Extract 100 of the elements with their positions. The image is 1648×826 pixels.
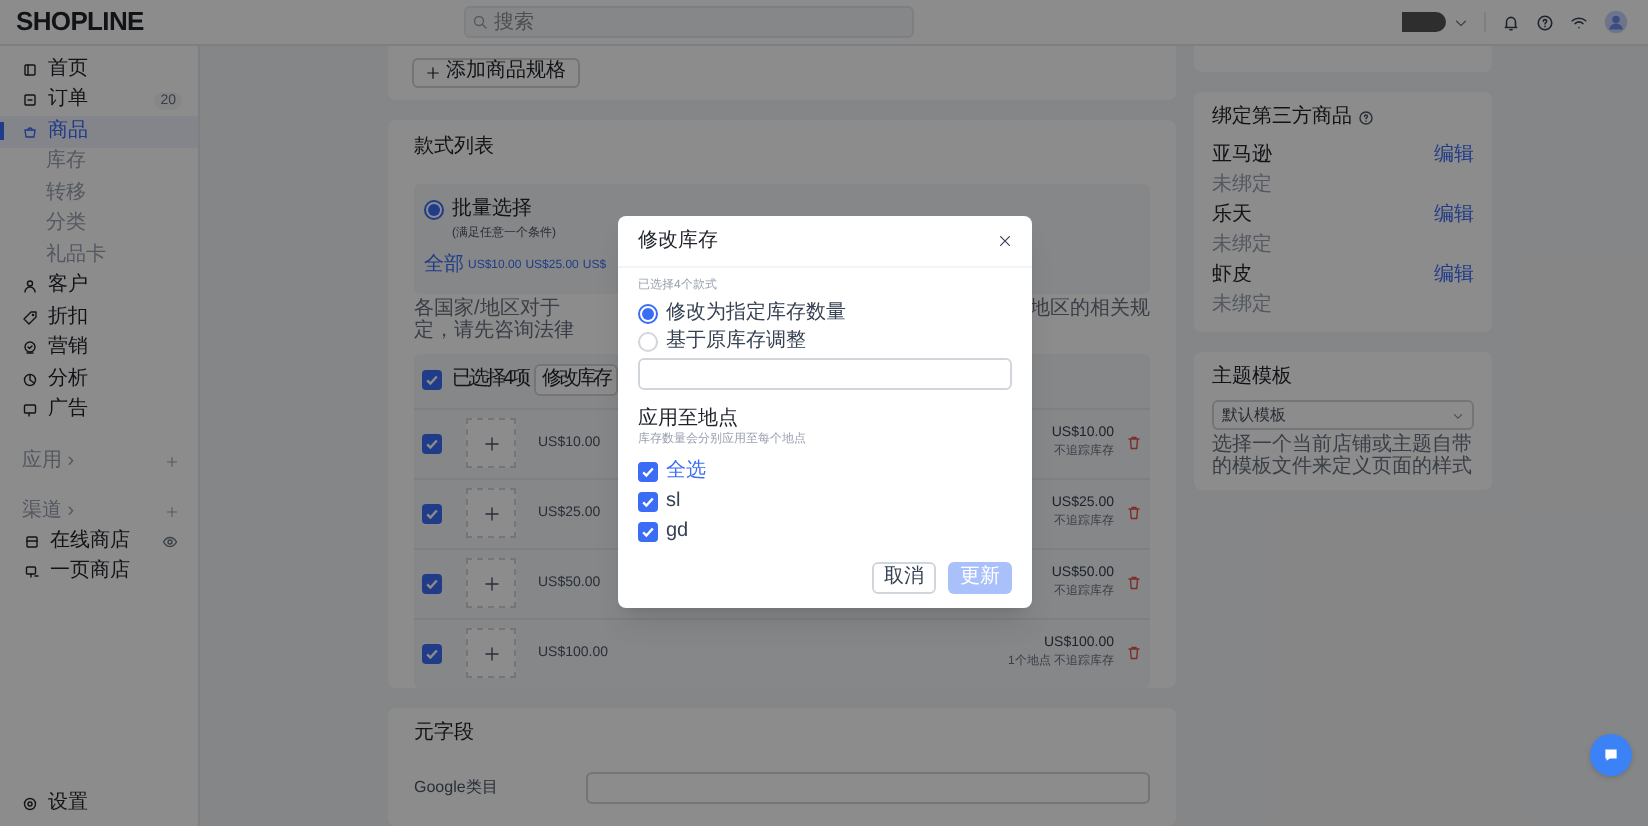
plus-icon: [483, 505, 499, 522]
redacted-store-name: [1402, 12, 1446, 32]
sidebar-item[interactable]: 客户: [0, 271, 198, 302]
filter-chip[interactable]: 全部: [424, 253, 464, 278]
add-spec-button[interactable]: 添加商品规格: [412, 57, 580, 88]
gear-icon: [22, 795, 38, 811]
image-upload-slot[interactable]: [466, 628, 516, 679]
filter-label: 批量选择: [452, 197, 532, 222]
plus-icon: [483, 435, 499, 452]
checkbox[interactable]: [638, 491, 658, 511]
edit-link[interactable]: 编辑: [1434, 263, 1474, 287]
modal-title: 修改库存: [638, 229, 718, 253]
avatar-icon[interactable]: [1604, 10, 1628, 34]
binding-status: 未绑定: [1212, 231, 1274, 260]
card-title: 主题模板: [1212, 364, 1294, 392]
notice-text: 各国家/地区对于: [414, 297, 562, 320]
trash-icon[interactable]: [1126, 644, 1142, 663]
image-upload-slot[interactable]: [466, 418, 516, 469]
edit-link[interactable]: 编辑: [1434, 203, 1474, 227]
binding-status: 未绑定: [1212, 171, 1274, 200]
quantity-input[interactable]: [638, 358, 1012, 390]
selection-count: 已选择4项: [452, 368, 529, 393]
close-icon[interactable]: [998, 234, 1012, 248]
image-upload-slot[interactable]: [466, 488, 516, 539]
section-title: 应用至地点: [638, 408, 740, 432]
checkbox[interactable]: [422, 643, 442, 664]
sidebar-item[interactable]: 一页商店: [0, 557, 198, 588]
checkbox-label: sl: [666, 489, 681, 513]
checkbox-label: 全选: [666, 459, 706, 483]
sidebar-item[interactable]: 营销: [0, 333, 198, 364]
edit-stock-button[interactable]: 修改库存: [534, 364, 619, 397]
trash-icon[interactable]: [1126, 574, 1142, 593]
sidebar-subitem[interactable]: 库存: [0, 147, 198, 178]
radio-button[interactable]: [638, 304, 658, 324]
checkbox[interactable]: [638, 461, 658, 481]
cancel-button[interactable]: 取消: [872, 562, 936, 594]
pie-chart-icon: [22, 371, 38, 388]
plus-icon[interactable]: [166, 455, 178, 467]
plus-icon[interactable]: [166, 505, 178, 517]
search-icon: [472, 14, 488, 30]
tag-icon: [22, 309, 38, 326]
radio-button[interactable]: [424, 199, 444, 220]
radio-label: 修改为指定库存数量: [666, 302, 846, 326]
plus-icon: [426, 65, 440, 80]
sidebar-subitem[interactable]: 礼品卡: [0, 240, 198, 271]
card-title: 元字段: [414, 719, 476, 748]
help-text: 选择一个当前店铺或主题自带的模板文件来定义页面的样式: [1212, 434, 1474, 478]
wifi-icon[interactable]: [1570, 13, 1588, 31]
sidebar-item[interactable]: 广告: [0, 395, 198, 426]
chevron-down-icon: [1452, 409, 1464, 421]
help-icon: [1358, 110, 1374, 126]
sidebar-subitem[interactable]: 分类: [0, 209, 198, 240]
settings-item[interactable]: 设置: [0, 788, 198, 818]
template-select[interactable]: 默认模板: [1212, 400, 1474, 430]
search-field[interactable]: 搜索: [464, 6, 914, 38]
section-header[interactable]: 应用 ›: [22, 449, 75, 473]
plus-icon: [483, 645, 499, 662]
sidebar-item[interactable]: 分析: [0, 364, 198, 395]
trash-icon[interactable]: [1126, 504, 1142, 523]
sidebar-item[interactable]: 在线商店: [0, 526, 198, 557]
monitor-icon: [24, 564, 40, 581]
binding-status: 未绑定: [1212, 291, 1274, 320]
sidebar-item[interactable]: 首页: [0, 54, 198, 85]
person-icon: [22, 278, 38, 295]
plus-icon: [483, 575, 499, 592]
card-title: 绑定第三方商品: [1212, 104, 1352, 132]
checkbox[interactable]: [638, 521, 658, 541]
sidebar-item[interactable]: 折扣: [0, 302, 198, 333]
bell-icon[interactable]: [1502, 13, 1520, 31]
monitor-icon: [22, 402, 38, 419]
section-header[interactable]: 渠道 ›: [22, 499, 75, 523]
badge-check-icon: [22, 340, 38, 357]
edit-link[interactable]: 编辑: [1434, 143, 1474, 167]
chat-button[interactable]: [1590, 734, 1632, 776]
chat-icon: [1602, 746, 1620, 764]
checkbox-label: gd: [666, 519, 689, 543]
logo: SHOPLINE: [16, 4, 146, 41]
home-icon: [22, 61, 38, 78]
radio-label: 基于原库存调整: [666, 330, 806, 354]
field-label: Google类目: [414, 777, 500, 798]
help-icon[interactable]: [1536, 13, 1554, 31]
document-icon: [22, 92, 38, 109]
notice-text: 定，请先咨询法律: [414, 319, 574, 342]
checkbox[interactable]: [422, 433, 442, 454]
checkbox[interactable]: [422, 370, 442, 391]
bag-icon: [22, 123, 38, 140]
storefront-icon: [24, 533, 40, 550]
trash-icon[interactable]: [1126, 434, 1142, 453]
image-upload-slot[interactable]: [466, 558, 516, 609]
sidebar-item[interactable]: 商品: [0, 116, 198, 147]
checkbox[interactable]: [422, 503, 442, 524]
sidebar-subitem[interactable]: 转移: [0, 178, 198, 209]
eye-icon[interactable]: [162, 533, 178, 550]
notice-text: 地区的相关规: [1030, 297, 1150, 320]
chevron-down-icon[interactable]: [1454, 15, 1468, 29]
platform-name: 虾皮: [1212, 263, 1252, 287]
checkbox[interactable]: [422, 573, 442, 594]
card-title: 款式列表: [414, 133, 496, 162]
input-field[interactable]: [586, 771, 1150, 804]
platform-name: 乐天: [1212, 203, 1252, 227]
